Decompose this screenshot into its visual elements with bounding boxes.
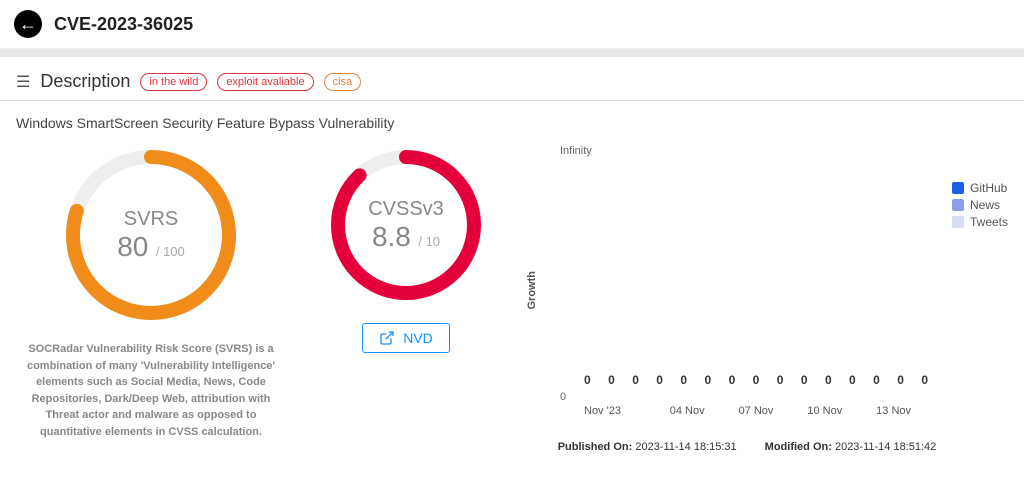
svrs-max: / 100 — [156, 244, 185, 259]
page-header: ← CVE-2023-36025 — [0, 0, 1024, 49]
cvss-panel: CVSSv3 8.8 / 10 NVD — [306, 145, 506, 453]
cvss-donut: CVSSv3 8.8 / 10 — [326, 145, 486, 305]
cvss-label: CVSSv3 — [368, 198, 444, 221]
svrs-description: SOCRadar Vulnerability Risk Score (SVRS)… — [21, 341, 281, 440]
chart-xticks: Nov '2304 Nov07 Nov10 Nov13 Nov — [584, 405, 928, 417]
legend-label: Tweets — [970, 215, 1008, 229]
chart-plot: Infinity 0 GitHub News Tweets — [544, 145, 1008, 435]
main-content: SVRS 80 / 100 SOCRadar Vulnerability Ris… — [0, 145, 1024, 453]
cve-id-title: CVE-2023-36025 — [54, 14, 193, 35]
badge-in-the-wild: in the wild — [140, 73, 207, 91]
svrs-panel: SVRS 80 / 100 SOCRadar Vulnerability Ris… — [16, 145, 286, 453]
divider — [0, 49, 1024, 57]
nvd-link-button[interactable]: NVD — [362, 323, 450, 353]
legend-swatch — [952, 182, 964, 194]
cvss-max: / 10 — [418, 234, 440, 249]
published-on: Published On: 2023-11-14 18:15:31 — [558, 441, 737, 453]
legend-swatch — [952, 199, 964, 211]
legend-item-tweets[interactable]: Tweets — [952, 215, 1008, 229]
ytick-infinity: Infinity — [560, 145, 592, 157]
ytick-zero: 0 — [560, 391, 566, 403]
external-link-icon — [379, 330, 395, 346]
arrow-left-icon: ← — [19, 14, 37, 35]
chart-legend: GitHub News Tweets — [952, 181, 1008, 232]
legend-swatch — [952, 216, 964, 228]
section-title: Description — [40, 71, 130, 92]
modified-on: Modified On: 2023-11-14 18:51:42 — [765, 441, 937, 453]
section-header: ☰ Description in the wild exploit avalia… — [0, 57, 1024, 100]
list-icon: ☰ — [16, 72, 30, 92]
legend-label: GitHub — [970, 181, 1007, 195]
cvss-value: 8.8 — [372, 221, 411, 252]
hr — [0, 100, 1024, 101]
growth-chart: Growth Infinity 0 GitHub News Tweets — [526, 145, 1008, 453]
chart-value-labels: 000000000000000 — [584, 373, 928, 387]
chart-ylabel: Growth — [526, 271, 538, 310]
back-button[interactable]: ← — [14, 10, 42, 38]
vulnerability-title: Windows SmartScreen Security Feature Byp… — [0, 109, 1024, 145]
legend-label: News — [970, 198, 1000, 212]
legend-item-github[interactable]: GitHub — [952, 181, 1008, 195]
chart-meta: Published On: 2023-11-14 18:15:31 Modifi… — [526, 435, 1008, 453]
badge-cisa: cisa — [324, 73, 362, 91]
svrs-label: SVRS — [124, 208, 178, 231]
badge-exploit-available: exploit avaliable — [217, 73, 313, 91]
legend-item-news[interactable]: News — [952, 198, 1008, 212]
svrs-value: 80 — [117, 231, 148, 262]
nvd-label: NVD — [403, 330, 433, 346]
svrs-donut: SVRS 80 / 100 — [61, 145, 241, 325]
